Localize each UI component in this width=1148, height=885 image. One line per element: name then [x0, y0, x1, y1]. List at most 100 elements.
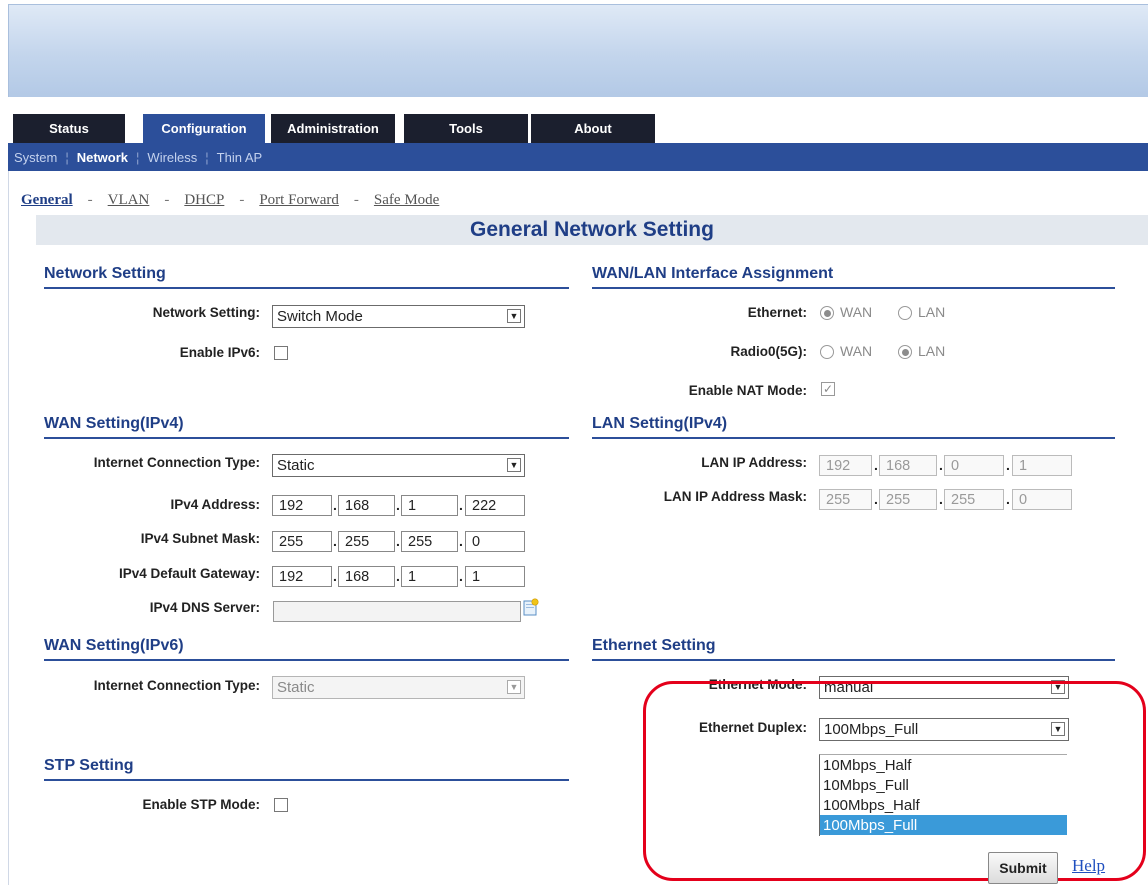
section-ethernet-setting: Ethernet Setting	[592, 637, 1115, 661]
ipv4-mask-octet-2[interactable]: 255	[338, 531, 395, 552]
ipv4-gateway-octet-1[interactable]: 192	[272, 566, 332, 587]
octet-dot: .	[874, 491, 878, 507]
octet-dot: .	[1006, 457, 1010, 473]
tab-status[interactable]: Status	[13, 114, 125, 143]
help-link[interactable]: Help	[1072, 856, 1105, 876]
lan-mask-octet-2[interactable]: 255	[879, 489, 937, 510]
network-setting-value: Switch Mode	[277, 308, 363, 325]
ipv4-mask-label: IPv4 Subnet Mask:	[140, 531, 260, 546]
octet-dot: .	[459, 497, 463, 513]
left-border	[8, 171, 9, 885]
wan6-connection-type-select[interactable]: Static ▼	[272, 676, 525, 699]
octet-dot: .	[333, 533, 337, 549]
ipv4-mask-octet-4[interactable]: 0	[465, 531, 525, 552]
ipv4-address-label: IPv4 Address:	[170, 497, 260, 512]
octet-dot: .	[874, 457, 878, 473]
pagetab-dhcp[interactable]: DHCP	[184, 192, 224, 209]
lan-ip-octet-1[interactable]: 192	[819, 455, 872, 476]
subnav-system[interactable]: System	[14, 150, 57, 165]
ipv4-gateway-label: IPv4 Default Gateway:	[118, 566, 260, 581]
ipv4-address-octet-3[interactable]: 1	[401, 495, 458, 516]
pagetab-port-forward[interactable]: Port Forward	[259, 192, 339, 209]
ipv4-dns-label: IPv4 DNS Server:	[149, 600, 260, 615]
pagetab-safe-mode[interactable]: Safe Mode	[374, 192, 439, 209]
pagetab-separator: -	[239, 192, 245, 208]
octet-dot: .	[396, 533, 400, 549]
chevron-down-icon: ▼	[507, 680, 521, 694]
lan-mask-label: LAN IP Address Mask:	[663, 489, 807, 504]
wan6-connection-type-label: Internet Connection Type:	[93, 678, 260, 693]
lan-ip-octet-2[interactable]: 168	[879, 455, 937, 476]
ipv4-mask-octet-1[interactable]: 255	[272, 531, 332, 552]
octet-dot: .	[939, 457, 943, 473]
ipv4-address-octet-2[interactable]: 168	[338, 495, 395, 516]
lan-mask-octet-3[interactable]: 255	[944, 489, 1004, 510]
octet-dot: .	[396, 568, 400, 584]
section-lan-ipv4: LAN Setting(IPv4)	[592, 415, 1115, 439]
subnav-separator: ¦	[136, 149, 140, 165]
octet-dot: .	[1006, 491, 1010, 507]
lan-ip-octet-4[interactable]: 1	[1012, 455, 1072, 476]
header-gap	[8, 97, 1148, 114]
wan6-connection-type-value: Static	[277, 679, 315, 696]
enable-nat-checkbox[interactable]: ✓	[821, 382, 835, 396]
ethernet-wan-radio[interactable]	[820, 306, 834, 320]
subnav-network[interactable]: Network	[77, 150, 128, 165]
ipv4-dns-input[interactable]	[273, 601, 521, 622]
enable-stp-checkbox[interactable]	[274, 798, 288, 812]
subnav-thin-ap[interactable]: Thin AP	[217, 150, 263, 165]
lan-mask-octet-4[interactable]: 0	[1012, 489, 1072, 510]
submit-button[interactable]: Submit	[988, 852, 1058, 884]
sub-navigation: System ¦ Network ¦ Wireless ¦ Thin AP	[8, 143, 1148, 171]
ipv4-address-octet-1[interactable]: 192	[272, 495, 332, 516]
radio0-label: Radio0(5G):	[730, 344, 807, 359]
pagetab-separator: -	[164, 192, 170, 208]
octet-dot: .	[396, 497, 400, 513]
chevron-down-icon: ▼	[507, 458, 521, 472]
pagetab-separator: -	[353, 192, 359, 208]
octet-dot: .	[459, 533, 463, 549]
lan-mask-octet-1[interactable]: 255	[819, 489, 872, 510]
pagetab-separator: -	[87, 192, 93, 208]
enable-ipv6-label: Enable IPv6:	[179, 345, 260, 360]
wan4-connection-type-label: Internet Connection Type:	[93, 455, 260, 470]
chevron-down-icon: ▼	[507, 309, 521, 323]
octet-dot: .	[333, 568, 337, 584]
page-tabs: General - VLAN - DHCP - Port Forward - S…	[21, 192, 439, 209]
ipv4-gateway-octet-4[interactable]: 1	[465, 566, 525, 587]
section-stp-setting: STP Setting	[44, 757, 569, 781]
ipv4-address-octet-4[interactable]: 222	[465, 495, 525, 516]
lan-ip-label: LAN IP Address:	[701, 455, 807, 470]
lan-ip-octet-3[interactable]: 0	[944, 455, 1004, 476]
octet-dot: .	[333, 497, 337, 513]
radio0-lan-radio[interactable]	[898, 345, 912, 359]
pagetab-vlan[interactable]: VLAN	[108, 192, 150, 209]
wan4-connection-type-select[interactable]: Static ▼	[272, 454, 525, 477]
add-dns-icon[interactable]	[523, 598, 539, 616]
enable-ipv6-checkbox[interactable]	[274, 346, 288, 360]
subnav-separator: ¦	[65, 149, 69, 165]
tab-tools[interactable]: Tools	[404, 114, 528, 143]
tab-about[interactable]: About	[531, 114, 655, 143]
octet-dot: .	[939, 491, 943, 507]
radio0-lan-label: LAN	[918, 343, 946, 359]
network-setting-select[interactable]: Switch Mode ▼	[272, 305, 525, 328]
radio0-wan-radio[interactable]	[820, 345, 834, 359]
subnav-wireless[interactable]: Wireless	[147, 150, 197, 165]
subnav-separator: ¦	[205, 149, 209, 165]
tab-administration[interactable]: Administration	[271, 114, 395, 143]
ipv4-mask-octet-3[interactable]: 255	[401, 531, 458, 552]
section-network-setting: Network Setting	[44, 265, 569, 289]
tab-configuration[interactable]: Configuration	[143, 114, 265, 143]
pagetab-general[interactable]: General	[21, 192, 73, 209]
section-wan-ipv4: WAN Setting(IPv4)	[44, 415, 569, 439]
highlight-annotation	[643, 681, 1146, 881]
enable-nat-label: Enable NAT Mode:	[688, 383, 807, 398]
ethernet-lan-label: LAN	[918, 304, 946, 320]
ipv4-gateway-octet-2[interactable]: 168	[338, 566, 395, 587]
page-title: General Network Setting	[36, 215, 1148, 245]
wan4-connection-type-value: Static	[277, 457, 315, 474]
header-banner	[8, 4, 1148, 97]
ethernet-lan-radio[interactable]	[898, 306, 912, 320]
ipv4-gateway-octet-3[interactable]: 1	[401, 566, 458, 587]
